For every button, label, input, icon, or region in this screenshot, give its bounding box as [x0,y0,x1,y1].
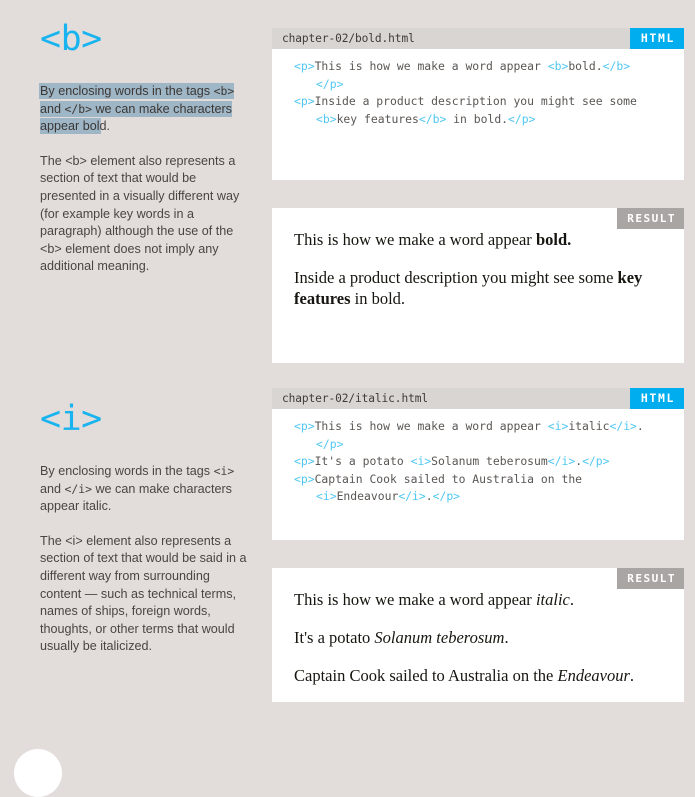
result-panel-italic: RESULT This is how we make a word appear… [272,568,684,702]
intro-close-tag: </i> [64,481,92,496]
code-filename-bold: chapter-02/bold.html [282,32,415,45]
section-heading-bold: <b> [40,19,102,59]
code-line: </p> [316,436,344,451]
code-line: <b>key features</b> in bold.</p> [316,111,536,126]
language-badge-html-italic: HTML [629,388,684,409]
result-paragraph: It's a potato Solanum teberosum. [294,628,509,647]
result-badge-bold: RESULT [617,208,684,229]
code-listing-italic[interactable]: <p>This is how we make a word appear <i>… [272,409,684,516]
code-line: <p>This is how we make a word appear <i>… [294,419,644,433]
intro-open-tag: <i> [213,464,235,478]
result-paragraph: This is how we make a word appear bold. [294,230,572,249]
code-line: <i>Endeavour</i>.</p> [316,489,461,503]
code-line: <p>It's a potato <i>Solanum teberosum</i… [294,454,610,468]
language-badge-html-bold: HTML [629,28,684,49]
intro-close-tag: </b> [64,101,92,116]
intro-paragraph-bold: By enclosing words in the tags <b> and <… [40,83,250,136]
result-badge-italic: RESULT [617,568,684,589]
section-italic-text-column: <i> By enclosing words in the tags <i> a… [0,380,272,656]
code-listing-bold[interactable]: <p>This is how we make a word appear <b>… [272,49,684,138]
code-panel-header-italic: chapter-02/italic.html HTML [272,388,684,409]
code-filename-italic: chapter-02/italic.html [282,392,428,405]
book-page: <b> By enclosing words in the tags <b> a… [0,0,695,797]
result-panel-bold: RESULT This is how we make a word appear… [272,208,684,363]
intro-pre-text: By enclosing words in the tags [40,84,214,98]
result-paragraph: Inside a product description you might s… [294,268,643,308]
code-panel-header-bold: chapter-02/bold.html HTML [272,28,684,49]
body-paragraph-italic: The <i> element also represents a sectio… [40,533,247,654]
result-paragraph: Captain Cook sailed to Australia on the … [294,666,635,685]
result-paragraph: This is how we make a word appear italic… [294,590,574,609]
section-bold-text-column: <b> By enclosing words in the tags <b> a… [0,0,272,276]
section-heading-italic: <i> [40,399,102,439]
highlighted-intro-text-bold: By enclosing words in the tags <b> and <… [40,84,235,134]
body-paragraph-bold: The <b> element also represents a sectio… [40,153,240,274]
intro-mid-text: and [40,481,65,496]
code-line: <p>Inside a product description you migh… [294,94,637,108]
code-line: </p> [316,76,344,91]
page-number-bubble [14,749,62,797]
code-panel-italic: chapter-02/italic.html HTML <p>This is h… [272,388,684,540]
code-line: <p>This is how we make a word appear <b>… [294,59,631,73]
intro-mid-text: and [40,101,65,116]
intro-open-tag: <b> [213,84,235,98]
code-line: <p>Captain Cook sailed to Australia on t… [294,471,583,486]
intro-paragraph-italic: By enclosing words in the tags <i> and <… [40,463,250,516]
code-panel-bold: chapter-02/bold.html HTML <p>This is how… [272,28,684,180]
intro-pre-text: By enclosing words in the tags [40,464,214,478]
intro-tail-text: d. [99,119,111,134]
